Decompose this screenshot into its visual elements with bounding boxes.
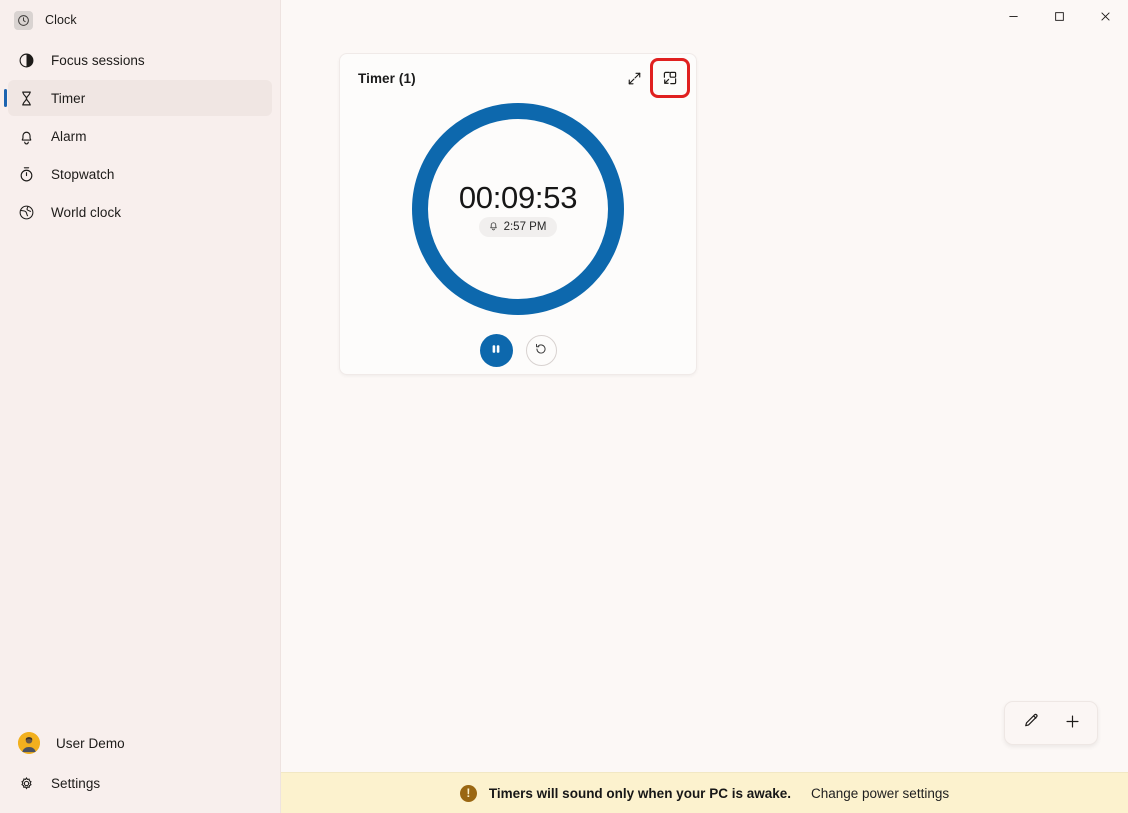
- sidebar-item-focus-sessions[interactable]: Focus sessions: [8, 42, 272, 78]
- alarm-bell-icon: [18, 128, 35, 145]
- timer-controls: [340, 334, 696, 367]
- sidebar-item-label: Stopwatch: [51, 166, 115, 182]
- sidebar-item-label: Alarm: [51, 128, 87, 144]
- clock-app-icon: [14, 10, 33, 30]
- warning-exclamation-icon: !: [459, 784, 477, 802]
- timer-card-actions: [618, 58, 690, 98]
- edit-timers-button[interactable]: [1013, 707, 1047, 739]
- settings-label: Settings: [51, 775, 101, 791]
- change-power-settings-link[interactable]: Change power settings: [811, 786, 949, 801]
- reset-button[interactable]: [525, 335, 557, 366]
- sidebar-item-timer[interactable]: Timer: [4, 80, 272, 116]
- sidebar: Clock Focus sessions Timer Alarm Stopwat…: [0, 0, 281, 813]
- timer-hourglass-icon: [18, 90, 35, 107]
- clock-app-window: Clock Focus sessions Timer Alarm Stopwat…: [0, 0, 1128, 813]
- power-warning-statusbar: ! Timers will sound only when your PC is…: [281, 772, 1128, 813]
- sidebar-item-account[interactable]: User Demo: [8, 725, 272, 761]
- pause-button[interactable]: [479, 334, 513, 367]
- timer-card[interactable]: Timer (1) 00:09:53 2:57 PM: [339, 53, 697, 375]
- timer-card-header: Timer (1): [340, 54, 696, 102]
- pause-icon: [490, 343, 502, 358]
- window-controls: [990, 0, 1128, 32]
- close-button[interactable]: [1082, 0, 1128, 32]
- app-title: Clock: [45, 13, 77, 27]
- stopwatch-icon: [18, 166, 35, 183]
- focus-sessions-icon: [18, 52, 35, 69]
- timer-ring: 00:09:53 2:57 PM: [412, 103, 624, 315]
- sidebar-item-label: Focus sessions: [51, 52, 145, 68]
- sidebar-item-stopwatch[interactable]: Stopwatch: [8, 156, 272, 192]
- timer-remaining-time: 00:09:53: [458, 179, 578, 215]
- sidebar-item-label: Timer: [51, 90, 86, 106]
- timer-card-title: Timer (1): [358, 70, 416, 86]
- account-label: User Demo: [56, 735, 125, 751]
- maximize-button[interactable]: [1036, 0, 1082, 32]
- sidebar-bottom: User Demo Settings: [0, 725, 280, 813]
- expand-diagonal-icon[interactable]: [618, 62, 650, 94]
- world-clock-globe-icon: [18, 204, 35, 221]
- user-avatar: [18, 732, 40, 754]
- app-header: Clock: [0, 0, 280, 40]
- reset-counterclockwise-icon: [534, 342, 548, 359]
- bell-icon: [488, 220, 499, 234]
- sidebar-item-world-clock[interactable]: World clock: [8, 194, 272, 230]
- sidebar-item-settings[interactable]: Settings: [8, 765, 272, 801]
- compact-overlay-icon[interactable]: [650, 58, 690, 98]
- sidebar-nav: Focus sessions Timer Alarm Stopwatch Wor…: [0, 42, 280, 230]
- plus-add-icon: [1064, 713, 1081, 733]
- sidebar-item-label: World clock: [51, 204, 122, 220]
- gear-icon: [18, 775, 35, 792]
- minimize-button[interactable]: [990, 0, 1036, 32]
- timer-ring-center: 00:09:53 2:57 PM: [412, 103, 624, 315]
- floating-action-bar: [1004, 701, 1098, 745]
- timer-end-time-badge: 2:57 PM: [478, 216, 558, 237]
- status-message: Timers will sound only when your PC is a…: [488, 785, 791, 801]
- add-timer-button[interactable]: [1055, 707, 1089, 739]
- timer-end-time-text: 2:57 PM: [503, 220, 547, 233]
- sidebar-item-alarm[interactable]: Alarm: [8, 118, 272, 154]
- pencil-edit-icon: [1022, 713, 1039, 733]
- main-content: Timer (1) 00:09:53 2:57 PM ! Timers will…: [281, 0, 1128, 813]
